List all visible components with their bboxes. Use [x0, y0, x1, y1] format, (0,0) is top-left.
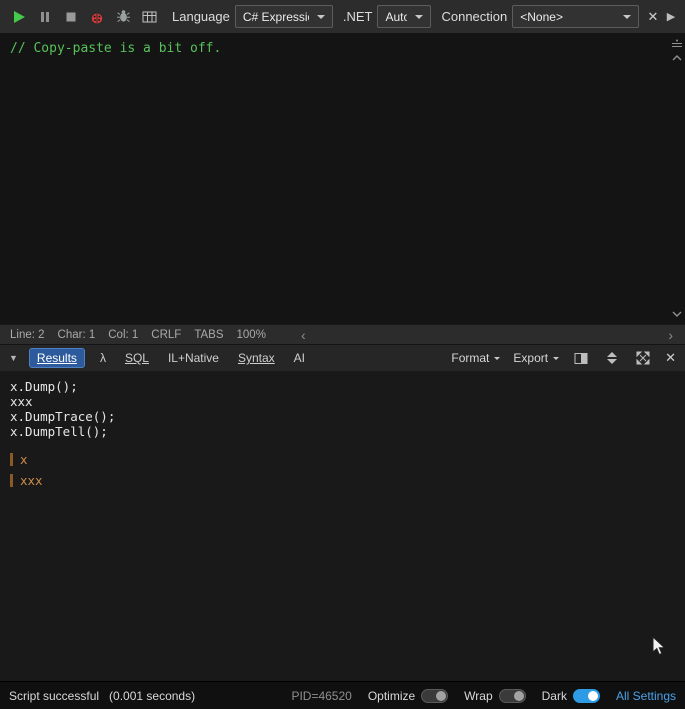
toggle-knob [587, 690, 598, 701]
script-status-message: Script successful [9, 688, 100, 703]
status-eol-mode[interactable]: CRLF [151, 329, 181, 341]
pause-icon [41, 11, 49, 22]
dump-bar [10, 474, 13, 487]
results-output: x.Dump(); xxx x.DumpTrace(); x.DumpTell(… [0, 371, 685, 681]
toolbar: Language C# Expression .NET Auto Connect… [0, 0, 685, 34]
dotnet-dropdown[interactable]: Auto [377, 5, 432, 28]
chevron-down-icon [415, 14, 424, 19]
connection-value: <None> [520, 9, 563, 24]
script-duration: (0.001 seconds) [109, 688, 196, 703]
scroll-left-arrow-icon[interactable]: ‹ [299, 328, 308, 342]
chevron-down-icon [494, 356, 501, 360]
splitter-grip-icon[interactable] [670, 37, 684, 51]
output-line: x.Dump(); [10, 379, 78, 394]
language-dropdown[interactable]: C# Expression [234, 5, 333, 28]
tab-lambda[interactable]: λ [96, 348, 110, 368]
code-comment-line: // Copy-paste is a bit off. [10, 41, 222, 56]
scroll-up-arrow-icon[interactable] [670, 51, 684, 65]
float-results-button[interactable] [634, 349, 652, 367]
chevron-down-icon [623, 14, 631, 19]
connection-label: Connection [441, 9, 508, 24]
ladybug-icon [91, 10, 103, 23]
status-tabs-mode[interactable]: TABS [194, 329, 223, 341]
results-header-actions: Format Export ✕ [451, 349, 676, 367]
output-line: x.DumpTell(); [10, 424, 108, 439]
debug-button[interactable] [84, 4, 110, 30]
dump-item-text: xxx [20, 473, 43, 488]
connection-dropdown[interactable]: <None> [512, 5, 639, 28]
results-panel-header: ▼ Results λ SQL IL+Native Syntax AI Form… [0, 344, 685, 371]
dark-mode-toggle[interactable] [572, 688, 600, 703]
code-editor-text-area[interactable]: // Copy-paste is a bit off. [0, 34, 669, 324]
chevron-down-icon [553, 356, 560, 360]
tab-ai[interactable]: AI [290, 348, 309, 368]
results-to-grids-button[interactable] [136, 4, 162, 30]
collapse-results-icon[interactable]: ▼ [9, 353, 18, 363]
format-dropdown[interactable]: Format [451, 351, 501, 365]
dotnet-value: Auto [385, 9, 408, 24]
output-line: xxx [10, 394, 33, 409]
scroll-down-arrow-icon[interactable] [670, 307, 684, 321]
status-line-indicator: Line: 2 [10, 328, 45, 341]
toolbar-overflow-button[interactable]: ▶ [663, 6, 679, 28]
attach-debugger-button[interactable] [110, 4, 136, 30]
toggle-knob [436, 690, 447, 701]
chevron-down-icon [316, 14, 325, 19]
optimize-label: Optimize [367, 688, 416, 703]
expand-arrows-icon [636, 351, 650, 365]
wrap-label: Wrap [464, 688, 493, 703]
wrap-toggle[interactable] [498, 688, 526, 703]
dump-output-group: x xxx [10, 452, 685, 488]
dotnet-label: .NET [342, 9, 373, 24]
tab-sql[interactable]: SQL [121, 348, 153, 368]
run-button[interactable] [6, 4, 32, 30]
toggle-knob [513, 690, 524, 701]
linqpad-window: Language C# Expression .NET Auto Connect… [0, 0, 685, 709]
close-results-button[interactable]: ✕ [665, 350, 676, 366]
dump-item-text: x [20, 452, 28, 467]
dump-item: xxx [10, 473, 685, 488]
status-zoom-level[interactable]: 100% [237, 329, 266, 341]
split-view-icon [574, 352, 588, 364]
editor-vertical-scrollbar[interactable] [669, 34, 685, 324]
export-dropdown[interactable]: Export [513, 351, 560, 365]
wrap-toggle-group: Wrap [464, 688, 526, 703]
stop-icon [66, 12, 76, 21]
process-id: PID=46520 [291, 688, 352, 703]
close-query-button[interactable]: ✕ [643, 6, 663, 28]
dark-label: Dark [541, 688, 567, 703]
tab-syntax[interactable]: Syntax [234, 348, 279, 368]
output-line: x.DumpTrace(); [10, 409, 116, 424]
dump-bar [10, 453, 13, 466]
editor-status-bar: Line: 2 Char: 1 Col: 1 CRLF TABS 100% ‹ … [0, 324, 685, 344]
grid-icon [142, 11, 156, 22]
export-label: Export [513, 351, 549, 365]
language-value: C# Expression [242, 9, 309, 24]
optimize-toggle-group: Optimize [367, 688, 449, 703]
code-editor: // Copy-paste is a bit off. [0, 34, 685, 324]
language-label: Language [172, 9, 230, 24]
dump-item: x [10, 452, 685, 467]
status-char-indicator: Char: 1 [57, 328, 96, 341]
arrange-panel-button[interactable] [603, 349, 621, 367]
tab-results[interactable]: Results [28, 348, 85, 368]
scroll-right-arrow-icon[interactable]: › [666, 328, 675, 342]
status-bar: Script successful (0.001 seconds) PID=46… [0, 681, 685, 709]
editor-horizontal-scrollbar[interactable]: ‹ › [299, 328, 675, 342]
bug-icon [116, 10, 130, 23]
status-col-indicator: Col: 1 [108, 328, 139, 341]
format-label: Format [451, 351, 490, 365]
optimize-toggle[interactable] [421, 688, 449, 703]
stop-button[interactable] [58, 4, 84, 30]
tab-il-native[interactable]: IL+Native [164, 348, 223, 368]
pause-button[interactable] [32, 4, 58, 30]
dark-toggle-group: Dark [541, 688, 600, 703]
up-down-arrows-icon [607, 352, 618, 364]
split-view-button[interactable] [572, 349, 590, 367]
all-settings-link[interactable]: All Settings [616, 689, 676, 703]
play-icon [14, 10, 25, 23]
